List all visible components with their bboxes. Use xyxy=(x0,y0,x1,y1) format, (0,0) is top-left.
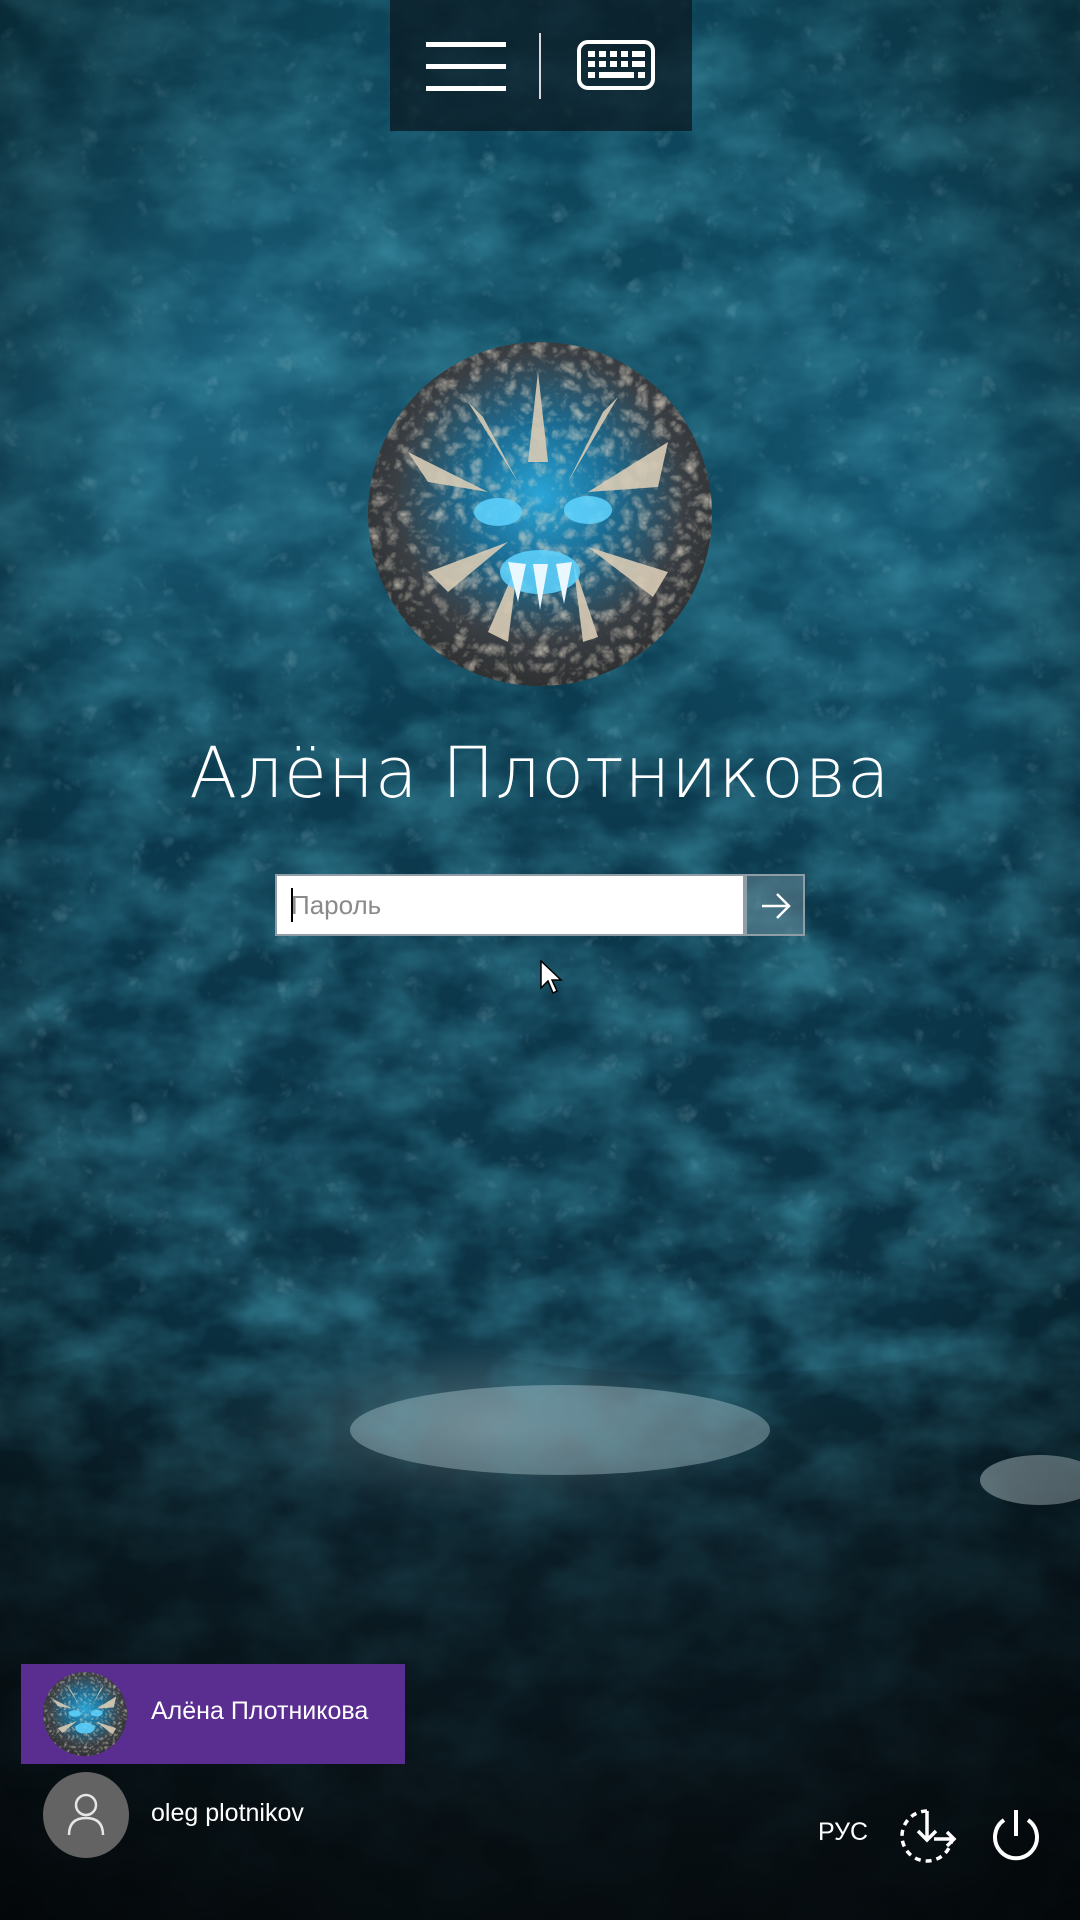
input-language-indicator[interactable]: РУС xyxy=(818,1818,868,1847)
lock-screen: Алёна Плотникова Алёна Плотникова oleg p… xyxy=(0,0,1080,1920)
user-item-label: oleg plotnikov xyxy=(151,1799,304,1827)
generic-user-icon xyxy=(43,1772,129,1858)
toolbar-divider xyxy=(539,33,541,99)
hamburger-menu-icon[interactable] xyxy=(426,40,508,92)
top-toolbar xyxy=(390,0,692,131)
user-item-label: Алёна Плотникова xyxy=(151,1697,369,1725)
user-avatar-small xyxy=(43,1672,127,1756)
user-item[interactable]: oleg plotnikov xyxy=(21,1772,405,1872)
user-avatar-large xyxy=(368,342,712,686)
text-caret xyxy=(291,888,293,922)
arrow-right-icon xyxy=(762,893,791,919)
user-display-name: Алёна Плотникова xyxy=(189,732,891,814)
ease-of-access-icon[interactable] xyxy=(896,1805,958,1867)
power-icon[interactable] xyxy=(988,1806,1044,1866)
submit-arrow-button[interactable] xyxy=(745,874,805,936)
user-item-selected[interactable]: Алёна Плотникова xyxy=(21,1664,405,1764)
mouse-pointer-icon xyxy=(540,960,563,995)
password-input[interactable] xyxy=(275,874,745,936)
keyboard-icon[interactable] xyxy=(577,40,655,90)
